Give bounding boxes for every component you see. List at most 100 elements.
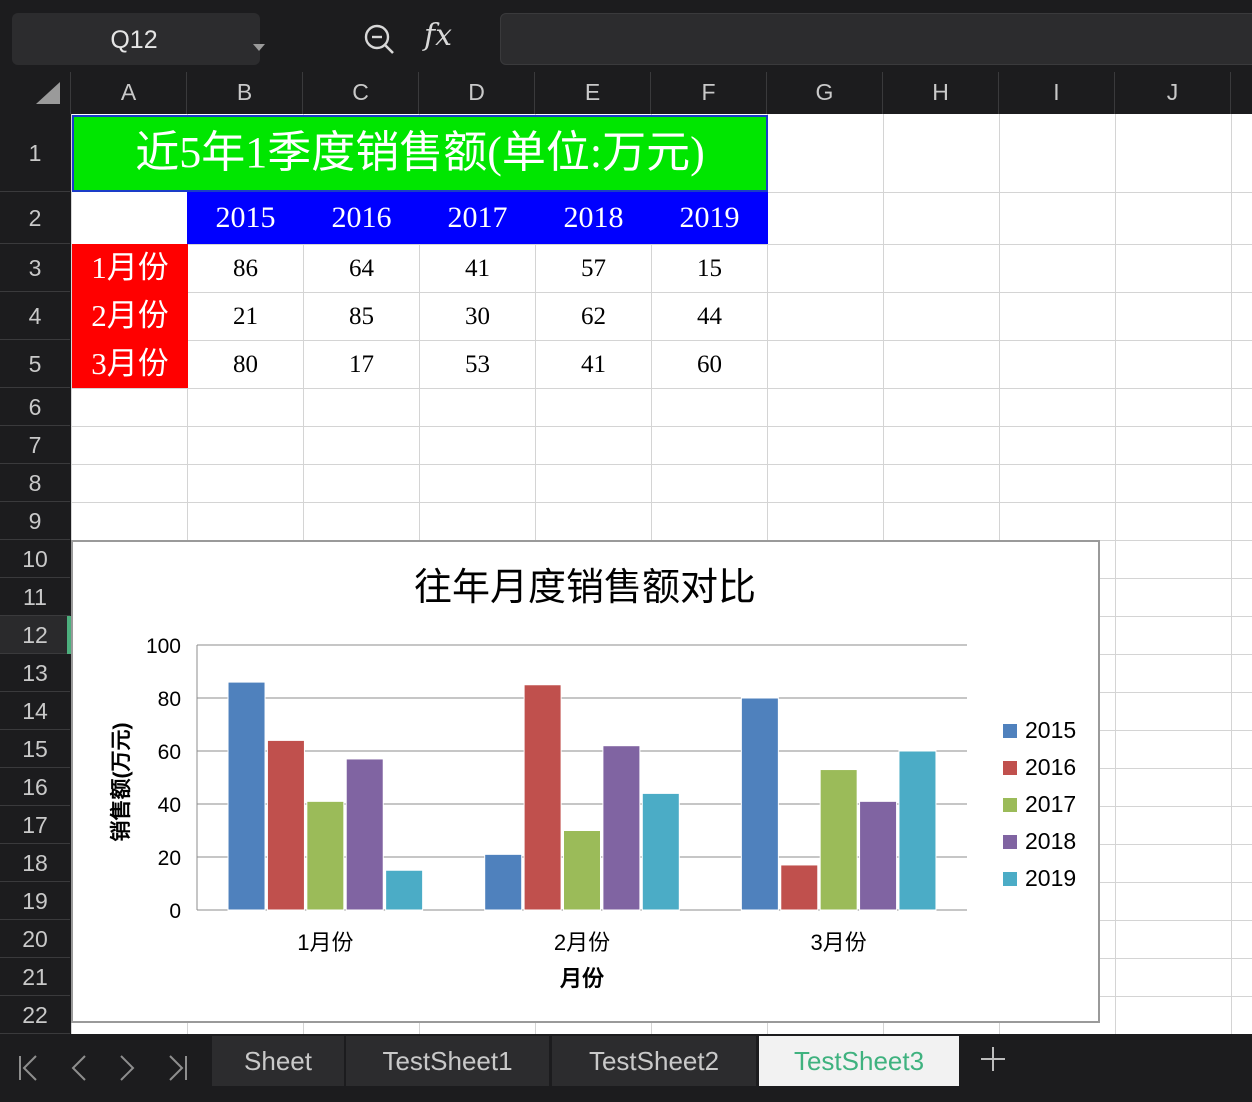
bar-2018-2[interactable] (602, 745, 641, 911)
column-header-h[interactable]: H (883, 72, 999, 114)
value-cell[interactable]: 41 (420, 245, 535, 292)
bar-2015-2[interactable] (484, 853, 523, 911)
row-header-5[interactable]: 5 (0, 340, 70, 388)
bar-2018-1[interactable] (345, 758, 384, 911)
x-tick-label: 2月份 (554, 930, 610, 955)
row-header-19[interactable]: 19 (0, 882, 70, 920)
row-header-4[interactable]: 4 (0, 292, 70, 340)
tab-testsheet3[interactable]: TestSheet3 (759, 1036, 959, 1086)
row-header-12[interactable]: 12 (0, 616, 70, 654)
column-header-b[interactable]: B (187, 72, 303, 114)
row-header-11[interactable]: 11 (0, 578, 70, 616)
cell-a2[interactable] (72, 192, 188, 244)
value-cell[interactable]: 15 (652, 245, 767, 292)
column-header-f[interactable]: F (651, 72, 767, 114)
bar-2015-3[interactable] (740, 697, 779, 911)
column-header-e[interactable]: E (535, 72, 651, 114)
function-icon[interactable]: fx (424, 18, 452, 53)
zoom-out-icon[interactable] (362, 22, 396, 56)
bar-chart[interactable]: 往年月度销售额对比 销售额(万元) 月份 0 20 40 60 80 100 1月份 2月份 3… (71, 540, 1100, 1023)
bar-2019-1[interactable] (385, 869, 424, 911)
row-header-20[interactable]: 20 (0, 920, 70, 958)
row-header-8[interactable]: 8 (0, 464, 70, 502)
last-sheet-icon[interactable] (156, 1044, 200, 1088)
month-label-3[interactable]: 3月份 (72, 340, 188, 388)
bar-2019-3[interactable] (898, 750, 937, 911)
value-cell[interactable]: 17 (304, 341, 419, 388)
next-sheet-icon[interactable] (104, 1044, 148, 1088)
row-header-6[interactable]: 6 (0, 388, 70, 426)
prev-sheet-icon[interactable] (58, 1044, 102, 1088)
title-cell[interactable]: 近5年1季度销售额(单位:万元) (72, 115, 768, 192)
row-header-17[interactable]: 17 (0, 806, 70, 844)
row-header-18[interactable]: 18 (0, 844, 70, 882)
tab-testsheet1[interactable]: TestSheet1 (346, 1036, 549, 1086)
value-cell[interactable]: 21 (188, 293, 303, 340)
column-header-c[interactable]: C (303, 72, 419, 114)
value-cell[interactable]: 62 (536, 293, 651, 340)
month-label-1[interactable]: 1月份 (72, 244, 188, 292)
value-cell[interactable]: 30 (420, 293, 535, 340)
cell-reference: Q12 (110, 26, 158, 54)
tab-testsheet2[interactable]: TestSheet2 (552, 1036, 756, 1086)
legend-label: 2016 (1025, 754, 1076, 780)
y-tick-label: 60 (158, 741, 181, 764)
value-cell[interactable]: 44 (652, 293, 767, 340)
bar-2017-3[interactable] (819, 769, 858, 911)
gridline (1231, 114, 1232, 1034)
value-cell[interactable]: 64 (304, 245, 419, 292)
row-header-14[interactable]: 14 (0, 692, 70, 730)
bar-2018-3[interactable] (859, 800, 898, 911)
row-header-2[interactable]: 2 (0, 192, 70, 244)
bar-2016-2[interactable] (523, 684, 562, 911)
column-header-i[interactable]: I (999, 72, 1115, 114)
bar-2019-2[interactable] (641, 792, 680, 911)
name-box[interactable]: Q12 (12, 13, 265, 65)
y-tick-label: 100 (146, 635, 181, 658)
column-header-j[interactable]: J (1115, 72, 1231, 114)
column-header-d[interactable]: D (419, 72, 535, 114)
bar-2016-3[interactable] (780, 864, 819, 911)
row-header-10[interactable]: 10 (0, 540, 70, 578)
row-header-15[interactable]: 15 (0, 730, 70, 768)
value-cell[interactable]: 53 (420, 341, 535, 388)
row-header-7[interactable]: 7 (0, 426, 70, 464)
row-header-21[interactable]: 21 (0, 958, 70, 996)
row-header-1[interactable]: 1 (0, 114, 70, 192)
plus-icon[interactable] (976, 1042, 1010, 1076)
legend-swatch (1003, 872, 1017, 886)
year-header-2017[interactable]: 2017 (419, 192, 536, 244)
value-cell[interactable]: 57 (536, 245, 651, 292)
bar-2017-2[interactable] (563, 830, 601, 911)
row-header-22[interactable]: 22 (0, 996, 70, 1034)
bar-2017-1[interactable] (306, 800, 345, 911)
row-header-3[interactable]: 3 (0, 244, 70, 292)
value-cell[interactable]: 60 (652, 341, 767, 388)
bar-2015-1[interactable] (227, 681, 266, 911)
year-header-2015[interactable]: 2015 (187, 192, 304, 244)
first-sheet-icon[interactable] (6, 1044, 50, 1088)
column-header-g[interactable]: G (767, 72, 883, 114)
select-all-triangle-icon[interactable] (36, 82, 60, 104)
value-cell[interactable]: 41 (536, 341, 651, 388)
value-cell[interactable]: 86 (188, 245, 303, 292)
chevron-down-icon[interactable] (253, 44, 265, 51)
value-cell[interactable]: 80 (188, 341, 303, 388)
column-header-a[interactable]: A (71, 72, 187, 114)
formula-input[interactable] (500, 13, 1252, 65)
value-cell[interactable]: 85 (304, 293, 419, 340)
legend-label: 2018 (1025, 828, 1076, 854)
year-header-2018[interactable]: 2018 (535, 192, 652, 244)
chart-canvas: 往年月度销售额对比 销售额(万元) 月份 0 20 40 60 80 100 1月份 2月份 3… (109, 567, 1076, 991)
tab-sheet[interactable]: Sheet (212, 1036, 344, 1086)
gridline (71, 502, 1252, 503)
y-tick-label: 0 (169, 900, 181, 923)
bar-2016-1[interactable] (266, 739, 305, 911)
year-header-2016[interactable]: 2016 (303, 192, 420, 244)
month-label-2[interactable]: 2月份 (72, 292, 188, 340)
year-header-2019[interactable]: 2019 (651, 192, 768, 244)
legend-label: 2019 (1025, 865, 1076, 891)
row-header-13[interactable]: 13 (0, 654, 70, 692)
row-header-9[interactable]: 9 (0, 502, 70, 540)
row-header-16[interactable]: 16 (0, 768, 70, 806)
